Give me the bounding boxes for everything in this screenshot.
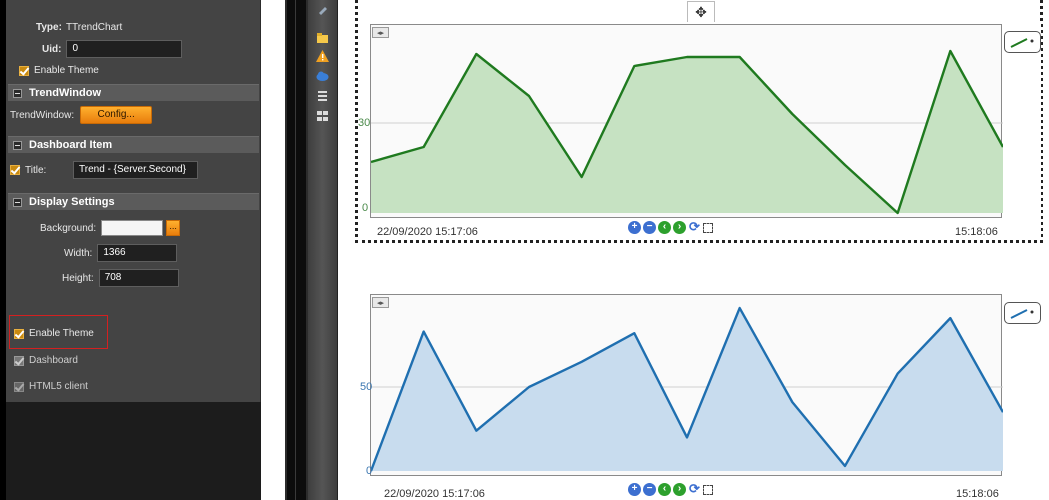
- enable-theme-label: Enable Theme: [29, 328, 94, 339]
- background-label: Background:: [40, 222, 97, 234]
- uid-field[interactable]: 0: [66, 40, 183, 58]
- collapse-icon[interactable]: [13, 140, 22, 150]
- enable-theme-row[interactable]: Enable Theme: [14, 328, 94, 339]
- list-icon[interactable]: [316, 90, 329, 102]
- dashboard-row[interactable]: Dashboard: [14, 355, 78, 366]
- html5-client-label: HTML5 client: [29, 381, 88, 392]
- section-display-settings[interactable]: Display Settings: [8, 193, 259, 210]
- trendwindow-label: TrendWindow:: [10, 109, 75, 121]
- x-end-label: 15:18:06: [956, 488, 999, 500]
- grid-icon[interactable]: [316, 110, 329, 122]
- dashboard-label: Dashboard: [29, 355, 78, 366]
- pin-icon[interactable]: [316, 4, 329, 16]
- html5-client-row[interactable]: HTML5 client: [14, 381, 88, 392]
- pan-left-icon[interactable]: ‹: [658, 483, 671, 496]
- chart-svg-top: [371, 49, 1003, 215]
- trendwindow-row: TrendWindow: Config...: [10, 106, 153, 124]
- title-label: Title:: [25, 164, 47, 176]
- cloud-icon[interactable]: [316, 70, 329, 82]
- width-label: Width:: [64, 247, 93, 259]
- type-row: Type: TTrendChart: [36, 22, 122, 33]
- height-row: Height: 708: [62, 269, 179, 287]
- plot-area-bottom[interactable]: [370, 294, 1003, 476]
- zoom-in-icon[interactable]: +: [628, 483, 641, 496]
- trend-chart-bottom[interactable]: ◂▸ 50 0 22/09/2020 15:17:06 15:18:06 + −…: [358, 291, 1048, 500]
- title-field[interactable]: Trend - {Server.Second}: [73, 161, 198, 179]
- plot-area-top[interactable]: [370, 24, 1003, 218]
- vertical-toolbar: [308, 0, 338, 500]
- title-row: Title: Trend - {Server.Second}: [10, 161, 198, 179]
- scroll-arrows-icon[interactable]: ◂▸: [372, 297, 389, 308]
- config-button[interactable]: Config...: [80, 106, 153, 124]
- refresh-icon[interactable]: ⟳: [688, 482, 701, 496]
- series-area: [371, 51, 1003, 213]
- enable-theme-checkbox[interactable]: [14, 328, 24, 339]
- scroll-arrows-icon[interactable]: ◂▸: [372, 27, 389, 38]
- section-trendwindow[interactable]: TrendWindow: [8, 84, 259, 101]
- x-start-label: 22/09/2020 15:17:06: [377, 226, 478, 238]
- x-start-label: 22/09/2020 15:17:06: [384, 488, 485, 500]
- pan-right-icon[interactable]: ›: [673, 221, 686, 234]
- splitter[interactable]: [285, 0, 308, 500]
- x-end-label: 15:18:06: [955, 226, 998, 238]
- folder-icon[interactable]: [316, 32, 329, 44]
- zoom-out-icon[interactable]: −: [643, 483, 656, 496]
- dashboard-checkbox[interactable]: [14, 355, 24, 366]
- refresh-icon[interactable]: ⟳: [688, 220, 701, 234]
- move-handle-icon[interactable]: ✥: [687, 1, 715, 23]
- warning-icon[interactable]: [316, 50, 329, 62]
- line-series-icon: [1010, 38, 1034, 48]
- uid-row: Uid: 0: [42, 40, 183, 58]
- uid-label: Uid:: [42, 43, 62, 55]
- collapse-icon[interactable]: [13, 88, 22, 98]
- chart-nav-top: + − ‹ › ⟳: [628, 220, 713, 234]
- y-tick-0: 0: [366, 465, 373, 477]
- zoom-out-icon[interactable]: −: [643, 221, 656, 234]
- enable-theme-top-checkbox[interactable]: [19, 65, 29, 76]
- enable-theme-top-row[interactable]: Enable Theme: [19, 65, 99, 76]
- width-field[interactable]: 1366: [97, 244, 178, 262]
- background-picker-button[interactable]: ...: [166, 220, 181, 236]
- y-tick-0: 0: [362, 202, 369, 214]
- section-display-settings-title: Display Settings: [29, 196, 115, 208]
- y-tick-30: 30: [358, 117, 371, 129]
- pan-right-icon[interactable]: ›: [673, 483, 686, 496]
- zoom-in-icon[interactable]: +: [628, 221, 641, 234]
- section-trendwindow-title: TrendWindow: [29, 87, 102, 99]
- trend-chart-top[interactable]: ◂▸ 30 0 22/09/2020 15:17:06 15:18:06 + −…: [358, 22, 1041, 240]
- html5-client-checkbox[interactable]: [14, 381, 24, 392]
- collapse-icon[interactable]: [13, 197, 22, 207]
- line-series-icon: [1010, 309, 1034, 319]
- legend-toggle-button[interactable]: [1004, 31, 1041, 53]
- title-checkbox[interactable]: [10, 165, 20, 175]
- fullscreen-icon[interactable]: [703, 484, 713, 495]
- pan-left-icon[interactable]: ‹: [658, 221, 671, 234]
- chart-svg-bottom: [371, 306, 1003, 472]
- section-dashboard-item-title: Dashboard Item: [29, 139, 113, 151]
- enable-theme-top-label: Enable Theme: [34, 65, 99, 76]
- background-color-swatch[interactable]: [101, 220, 164, 236]
- legend-toggle-button[interactable]: [1004, 302, 1041, 324]
- fullscreen-icon[interactable]: [703, 222, 713, 233]
- background-row: Background: ...: [40, 220, 181, 236]
- y-tick-50: 50: [360, 381, 373, 393]
- width-row: Width: 1366: [64, 244, 178, 262]
- properties-panel: Type: TTrendChart Uid: 0 Enable Theme Tr…: [6, 0, 261, 500]
- type-label: Type:: [36, 22, 62, 33]
- type-value: TTrendChart: [65, 22, 123, 33]
- chart-nav-bottom: + − ‹ › ⟳: [628, 482, 713, 496]
- properties-panel-body: Type: TTrendChart Uid: 0 Enable Theme Tr…: [6, 0, 261, 402]
- height-label: Height:: [62, 272, 94, 284]
- section-dashboard-item[interactable]: Dashboard Item: [8, 136, 259, 153]
- height-field[interactable]: 708: [98, 269, 179, 287]
- series-area: [371, 308, 1003, 471]
